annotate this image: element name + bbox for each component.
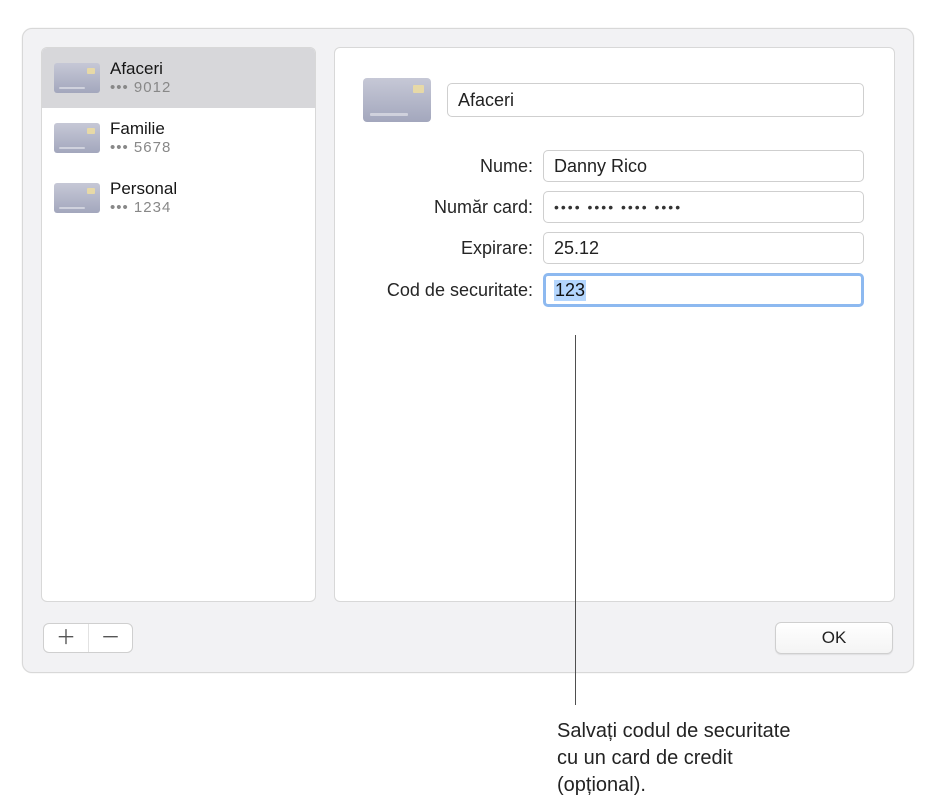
input-card-number[interactable]: •••• •••• •••• •••• <box>543 191 864 223</box>
card-title-row <box>363 78 864 122</box>
label-card-number: Număr card: <box>363 197 543 218</box>
card-item-text: Familie ••• 5678 <box>110 118 171 158</box>
card-item-name: Familie <box>110 118 171 139</box>
credit-card-icon <box>54 123 100 153</box>
credit-cards-window: Afaceri ••• 9012 Familie ••• 5678 Person… <box>22 28 914 673</box>
row-name: Nume: <box>363 150 864 182</box>
card-item-afaceri[interactable]: Afaceri ••• 9012 <box>42 48 315 108</box>
card-title-input[interactable] <box>447 83 864 117</box>
credit-card-icon <box>363 78 431 122</box>
card-item-text: Afaceri ••• 9012 <box>110 58 171 98</box>
add-button[interactable]: ＋ <box>44 624 88 652</box>
row-card-number: Număr card: •••• •••• •••• •••• <box>363 191 864 223</box>
card-item-mask: ••• 5678 <box>110 139 171 158</box>
card-number-masked: •••• •••• •••• •••• <box>554 199 682 215</box>
card-item-mask: ••• 9012 <box>110 79 171 98</box>
row-expiry: Expirare: <box>363 232 864 264</box>
label-name: Nume: <box>363 156 543 177</box>
minus-icon: － <box>101 628 121 648</box>
plus-icon: ＋ <box>56 628 76 648</box>
bottom-toolbar: ＋ － OK <box>23 612 913 672</box>
row-security-code: Cod de securitate: 123 <box>363 273 864 307</box>
card-item-familie[interactable]: Familie ••• 5678 <box>42 108 315 168</box>
remove-button[interactable]: － <box>88 624 132 652</box>
content-area: Afaceri ••• 9012 Familie ••• 5678 Person… <box>23 29 913 612</box>
card-item-personal[interactable]: Personal ••• 1234 <box>42 168 315 228</box>
security-code-value: 123 <box>554 280 586 301</box>
card-item-text: Personal ••• 1234 <box>110 178 177 218</box>
label-expiry: Expirare: <box>363 238 543 259</box>
label-security-code: Cod de securitate: <box>363 280 543 301</box>
input-name[interactable] <box>543 150 864 182</box>
callout-leader-line <box>575 335 576 705</box>
card-item-mask: ••• 1234 <box>110 199 177 218</box>
credit-card-icon <box>54 183 100 213</box>
add-remove-group: ＋ － <box>43 623 133 653</box>
cards-sidebar: Afaceri ••• 9012 Familie ••• 5678 Person… <box>41 47 316 602</box>
card-detail-pane: Nume: Număr card: •••• •••• •••• •••• Ex… <box>334 47 895 602</box>
card-item-name: Afaceri <box>110 58 171 79</box>
input-expiry[interactable] <box>543 232 864 264</box>
input-security-code[interactable]: 123 <box>543 273 864 307</box>
credit-card-icon <box>54 63 100 93</box>
ok-button[interactable]: OK <box>775 622 893 654</box>
card-item-name: Personal <box>110 178 177 199</box>
callout-text: Salvați codul de securitate cu un card d… <box>557 718 812 799</box>
